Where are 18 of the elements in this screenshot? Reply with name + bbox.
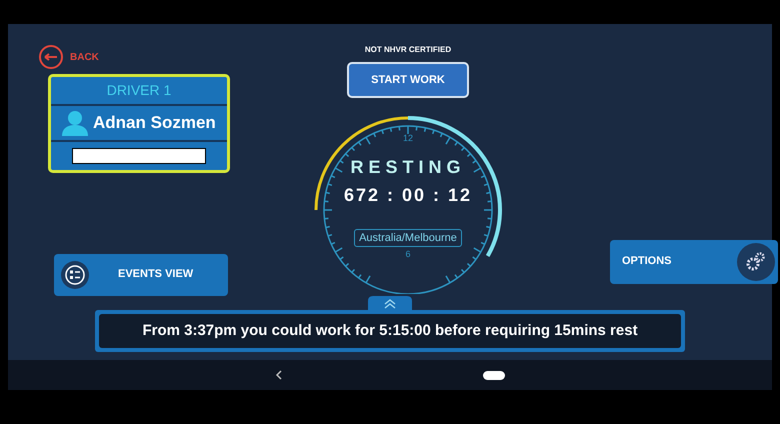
person-icon <box>61 110 89 136</box>
back-button[interactable]: BACK <box>38 44 99 70</box>
options-button[interactable]: OPTIONS <box>610 240 778 284</box>
list-icon <box>60 260 90 290</box>
dial-label: 12 <box>402 132 413 145</box>
expand-tab-icon[interactable] <box>368 296 412 310</box>
events-view-button[interactable]: EVENTS VIEW <box>54 254 228 296</box>
driver-title: DRIVER 1 <box>51 77 227 106</box>
back-chevron-icon[interactable] <box>275 370 283 380</box>
home-pill-icon[interactable] <box>483 370 505 380</box>
driver-name: Adnan Sozmen <box>93 112 216 134</box>
dial-label: 6 <box>405 248 410 261</box>
message-text: From 3:37pm you could work for 5:15:00 before requiring 15mins rest <box>99 314 681 348</box>
certification-text: NOT NHVR CERTIFIED <box>364 44 452 56</box>
timezone-label: Australia/Melbourne <box>354 228 462 247</box>
start-work-button[interactable]: START WORK <box>347 62 469 98</box>
driver-card[interactable]: DRIVER 1 Adnan Sozmen <box>48 74 230 173</box>
status-text: RESTING <box>350 156 466 178</box>
